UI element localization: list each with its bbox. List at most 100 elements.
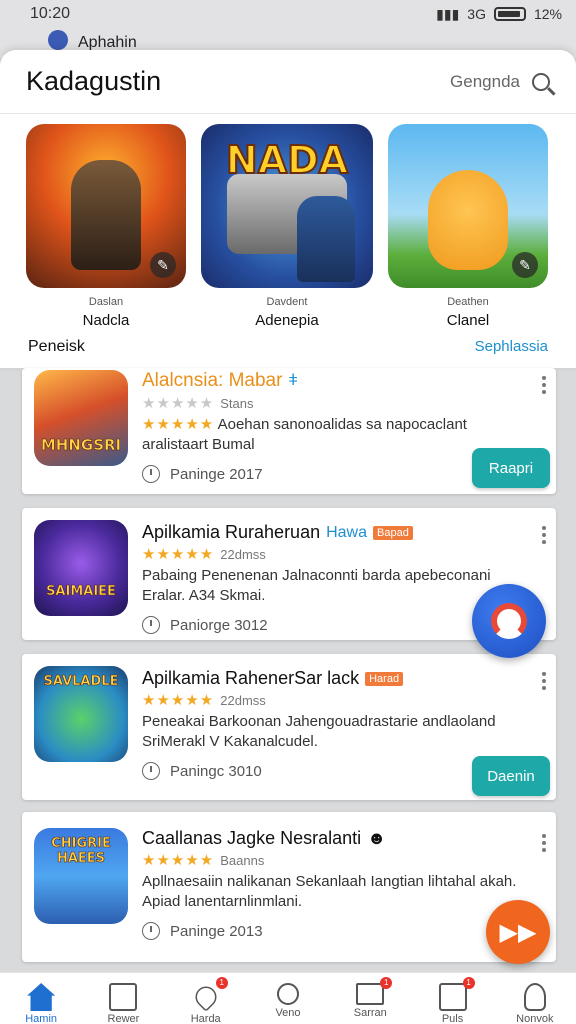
app-action-button[interactable]: Raapri xyxy=(472,448,550,488)
nav-item-profile[interactable]: Nonvok xyxy=(503,983,567,1024)
nav-item-mail[interactable]: 1 Sarran xyxy=(338,977,402,1019)
inbox-icon xyxy=(438,983,467,1011)
app-description: ★★★★★ Aoehan sanonoalidas sa napocaclant… xyxy=(142,415,520,455)
search-label: Gengnda xyxy=(450,71,520,91)
card-body: Apilkamia Ruraheruan Hawa Bapad ★★★★★ 22… xyxy=(142,522,520,634)
fast-forward-fab[interactable]: ▶▶ xyxy=(486,900,550,964)
star-rating-icon: ★★★★★ xyxy=(142,692,215,709)
nav-label: Hamin xyxy=(25,1013,58,1024)
card-meta: Paninge 2017 xyxy=(142,465,520,483)
sheet-footer: Peneisk Sephlassia xyxy=(0,338,576,356)
star-rating-icon: ★★★★★ xyxy=(142,546,215,563)
app-date: Paningc 3010 xyxy=(170,762,262,780)
verified-icon: ǂ xyxy=(288,372,298,389)
signal-icon: ▮▮▮ xyxy=(436,5,460,22)
app-title-text: Apilkamia Ruraheruan xyxy=(142,522,321,542)
see-all-link[interactable]: Sephlassia xyxy=(475,338,548,356)
notification-badge: 1 xyxy=(380,977,393,989)
app-description: Pabaing Penenenan Jalnaconnti barda apeb… xyxy=(142,567,491,604)
app-action-button[interactable]: Daenin xyxy=(472,756,550,796)
featured-item[interactable]: ✎ Deathen Clanel xyxy=(388,124,548,329)
featured-name: Adenepia xyxy=(255,312,319,329)
featured-image: ✎ xyxy=(388,124,548,288)
app-title: Alalcnsia: Mabar ǂ xyxy=(142,370,520,392)
featured-sub: Davdent xyxy=(266,296,308,308)
search-button[interactable]: Gengnda xyxy=(450,72,550,92)
featured-item[interactable]: NADA Davdent Adenepia xyxy=(201,124,373,329)
nav-item-favorites[interactable]: 1 Harda xyxy=(174,977,238,1024)
app-description: Peneakai Barkoonan Jahengouadrastarie an… xyxy=(142,713,496,750)
more-options-icon[interactable] xyxy=(542,834,546,855)
heart-icon xyxy=(190,982,221,1012)
nav-item-inbox[interactable]: 1 Puls xyxy=(421,977,485,1024)
nav-item-home[interactable]: Hamin xyxy=(9,983,73,1024)
featured-name: Nadcla xyxy=(82,312,130,329)
signal-text: 3G xyxy=(467,6,486,22)
app-date: Paninge 2017 xyxy=(170,465,263,483)
hero-illustration xyxy=(297,196,355,282)
featured-sub: Daslan xyxy=(88,296,124,308)
app-title: Apilkamia RahenerSar lack Harad xyxy=(142,668,520,689)
featured-item[interactable]: ✎ Daslan Nadcla xyxy=(26,124,186,329)
home-icon xyxy=(27,983,56,1011)
app-tag: Harad xyxy=(365,671,404,686)
rating-row: ★★★★★ 22dmss xyxy=(142,691,520,709)
battery-icon xyxy=(493,7,526,21)
clock-icon xyxy=(142,616,160,634)
notification-badge: 1 xyxy=(215,977,228,989)
soldier-illustration xyxy=(71,160,141,270)
app-icon: SAVLADLE xyxy=(34,666,128,762)
rating-text: Stans xyxy=(220,395,254,411)
list-item[interactable]: SAVLADLE Apilkamia RahenerSar lack Harad… xyxy=(22,654,556,800)
app-icon-text: SAVLADLE xyxy=(43,674,119,690)
app-icon-text: MHNGSRI xyxy=(40,436,122,455)
more-options-icon[interactable] xyxy=(542,526,546,547)
app-description: Apllnaesaiin nalikanan Sekanlaah Iangtia… xyxy=(142,873,517,910)
app-date: Paniorge 3012 xyxy=(170,616,268,634)
app-title: Apilkamia Ruraheruan Hawa Bapad xyxy=(142,522,520,543)
creature-illustration xyxy=(428,170,508,270)
app-tag: Bapad xyxy=(373,525,413,540)
app-title-text: Apilkamia RahenerSar lack xyxy=(142,668,360,688)
gamepad-icon: ✎ xyxy=(150,252,176,278)
clock-icon xyxy=(142,465,160,483)
app-icon: MHNGSRI xyxy=(34,370,128,466)
search-icon xyxy=(532,72,550,91)
app-title-text: Caallanas Jagke Nesralanti xyxy=(142,828,362,848)
rating-text: 22dmss xyxy=(220,692,266,708)
list-item[interactable]: MHNGSRI Alalcnsia: Mabar ǂ ★★★★★ Stans ★… xyxy=(22,368,556,494)
app-title-text: Alalcnsia: Mabar xyxy=(142,370,283,391)
nav-item-reviews[interactable]: Rewer xyxy=(91,983,155,1024)
clock-icon xyxy=(142,922,160,940)
more-options-icon[interactable] xyxy=(542,376,546,397)
star-rating-icon: ★★★★★ xyxy=(142,852,215,869)
nav-label: Rewer xyxy=(107,1013,140,1024)
rating-text: Baanns xyxy=(220,852,265,868)
app-icon-text: CHIGRIE HAEES xyxy=(51,836,111,867)
emoji-icon: ☻ xyxy=(367,828,387,848)
person-icon xyxy=(523,983,546,1011)
gamepad-icon: ✎ xyxy=(512,252,538,278)
app-icon: SAIMAIEE xyxy=(34,520,128,616)
featured-carousel: ✎ Daslan Nadcla NADA Davdent Adenepia ✎ … xyxy=(0,114,576,329)
app-date: Paninge 2013 xyxy=(170,922,263,940)
nav-label: Harda xyxy=(190,1013,221,1024)
sheet-header: Kadagustin Gengnda xyxy=(0,50,576,114)
assistant-fab[interactable] xyxy=(472,584,546,658)
featured-image: ✎ xyxy=(26,124,186,288)
nav-item-search[interactable]: Veno xyxy=(256,983,320,1019)
rating-row: ★★★★★ Stans xyxy=(142,394,520,412)
app-icon-text: SAIMAIEE xyxy=(46,584,116,600)
nav-label: Sarran xyxy=(353,1007,387,1019)
star-rating-icon: ★★★★★ xyxy=(142,395,215,412)
card-body: Alalcnsia: Mabar ǂ ★★★★★ Stans ★★★★★ Aoe… xyxy=(142,370,520,483)
star-rating-icon: ★★★★★ xyxy=(142,416,215,433)
nav-label: Puls xyxy=(441,1013,464,1024)
featured-sub: Deathen xyxy=(447,296,489,308)
card-meta: Paniorge 3012 xyxy=(142,616,520,634)
app-title-accent: Hawa xyxy=(326,523,367,541)
featured-image: NADA xyxy=(201,124,373,288)
status-indicators: ▮▮▮ 3G 12% xyxy=(436,6,562,23)
list-item[interactable]: CHIGRIE HAEES Caallanas Jagke Nesralanti… xyxy=(22,812,556,962)
more-options-icon[interactable] xyxy=(542,672,546,693)
